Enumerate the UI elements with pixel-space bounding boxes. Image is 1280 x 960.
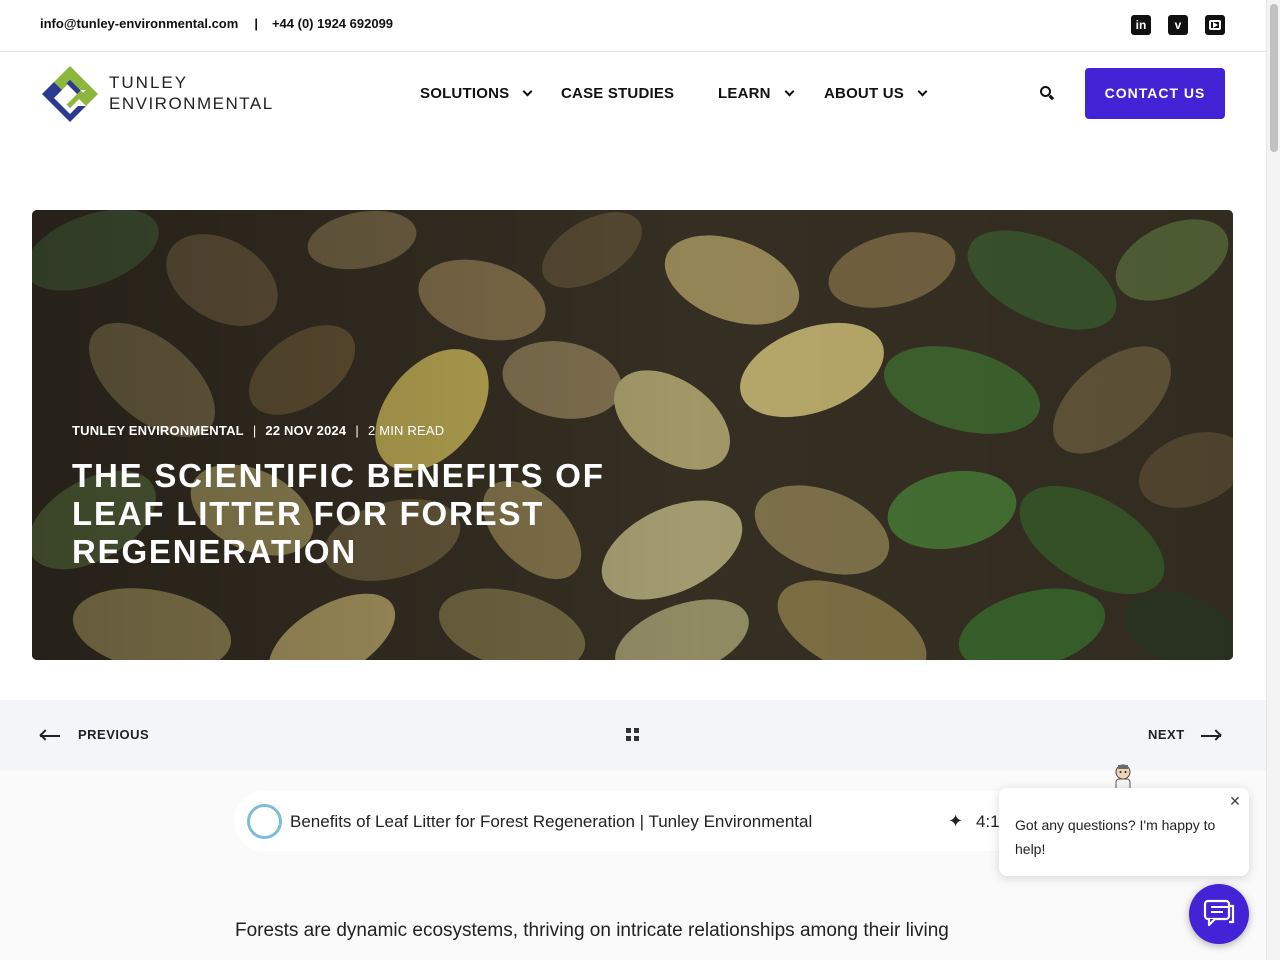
site-logo[interactable]: TUNLEY ENVIRONMENTAL — [40, 64, 280, 124]
vimeo-icon[interactable]: v — [1168, 15, 1188, 35]
audio-title: Benefits of Leaf Litter for Forest Regen… — [290, 812, 813, 831]
nav-label: LEARN — [718, 85, 771, 102]
chat-message: Got any questions? I'm happy to help! — [1015, 817, 1216, 857]
audio-player: Benefits of Leaf Litter for Forest Regen… — [234, 791, 1034, 851]
post-meta: TUNLEY ENVIRONMENTAL | 22 NOV 2024 | 2 MIN R… — [72, 423, 444, 438]
previous-label: PREVIOUS — [78, 727, 150, 742]
next-label: NEXT — [1148, 727, 1185, 742]
phone-link[interactable]: +44 (0) 1924 692099 — [272, 16, 393, 31]
search-icon[interactable] — [1040, 86, 1055, 100]
arrow-left-icon — [39, 728, 60, 742]
previous-post-link[interactable]: PREVIOUS — [39, 727, 150, 742]
post-author[interactable]: TUNLEY ENVIRONMENTAL — [72, 423, 244, 438]
chevron-down-icon — [522, 86, 533, 97]
nav-item-learn[interactable]: LEARN — [718, 85, 795, 102]
read-time: 2 MIN READ — [367, 423, 445, 438]
linkedin-icon[interactable]: in — [1131, 15, 1151, 35]
play-button[interactable] — [247, 804, 282, 839]
post-date: 22 NOV 2024 — [265, 423, 347, 438]
email-link[interactable]: info@tunley-environmental.com — [40, 16, 238, 31]
close-icon[interactable]: ✕ — [1228, 794, 1242, 808]
contact-separator: | — [254, 16, 258, 31]
contact-us-button[interactable]: CONTACT US — [1085, 68, 1225, 119]
nav-label: SOLUTIONS — [420, 85, 510, 102]
sparkle-icon: ✦ — [948, 811, 964, 831]
meta-separator: | — [252, 423, 257, 438]
youtube-icon[interactable] — [1205, 15, 1225, 35]
chevron-down-icon — [917, 86, 928, 97]
logo-text-line1: TUNLEY — [109, 73, 189, 92]
chat-launcher-button[interactable] — [1189, 884, 1249, 944]
grid-icon[interactable] — [626, 728, 639, 741]
post-pager: PREVIOUS NEXT — [0, 700, 1266, 770]
logo-text-line2: ENVIRONMENTAL — [109, 94, 274, 113]
scrollbar-thumb[interactable] — [1270, 4, 1278, 152]
chevron-down-icon — [784, 86, 795, 97]
site-header: TUNLEY ENVIRONMENTAL SOLUTIONS CASE STUD… — [0, 52, 1266, 134]
chat-icon — [1203, 899, 1235, 927]
nav-item-about-us[interactable]: ABOUT US — [824, 85, 928, 102]
logo-mark-icon — [42, 66, 98, 122]
nav-item-solutions[interactable]: SOLUTIONS — [420, 85, 533, 102]
nav-item-case-studies[interactable]: CASE STUDIES — [561, 85, 674, 102]
chat-popup[interactable]: ✕ Got any questions? I'm happy to help! — [999, 788, 1249, 876]
top-contact-bar: info@tunley-environmental.com | +44 (0) 19… — [0, 0, 1266, 52]
next-post-link[interactable]: NEXT — [1148, 727, 1222, 742]
contact-info: info@tunley-environmental.com | +44 (0) 19… — [40, 16, 393, 31]
article-paragraph: Forests are dynamic ecosystems, thriving… — [235, 920, 949, 941]
page-scrollbar[interactable] — [1266, 0, 1280, 960]
arrow-right-icon — [1200, 728, 1222, 742]
nav-label: ABOUT US — [824, 85, 904, 102]
nav-label: CASE STUDIES — [561, 85, 675, 102]
meta-separator: | — [355, 423, 359, 438]
hero-banner: TUNLEY ENVIRONMENTAL | 22 NOV 2024 | 2 MIN R… — [32, 210, 1233, 660]
page-title: THE SCIENTIFIC BENEFITS OF LEAF LITTER F… — [72, 457, 605, 570]
